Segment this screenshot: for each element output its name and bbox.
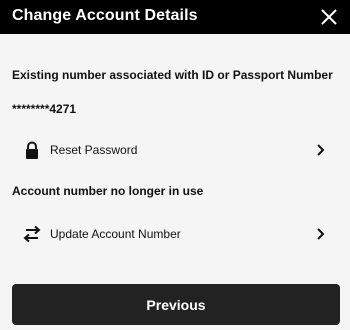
chevron-right-icon bbox=[316, 227, 326, 241]
previous-button[interactable]: Previous bbox=[12, 284, 340, 325]
update-account-number-row[interactable]: Update Account Number bbox=[12, 219, 338, 249]
update-account-number-label: Update Account Number bbox=[50, 227, 181, 241]
lock-icon bbox=[22, 141, 42, 159]
close-icon[interactable] bbox=[318, 6, 340, 28]
masked-number-value: ********4271 bbox=[12, 102, 77, 116]
header-bar: Change Account Details bbox=[0, 0, 350, 34]
swap-arrows-icon bbox=[22, 225, 42, 243]
account-number-label: Account number no longer in use bbox=[12, 184, 204, 198]
chevron-right-icon bbox=[316, 143, 326, 157]
reset-password-label: Reset Password bbox=[50, 143, 138, 157]
existing-number-label: Existing number associated with ID or Pa… bbox=[12, 68, 333, 82]
reset-password-row[interactable]: Reset Password bbox=[12, 135, 338, 165]
page-title: Change Account Details bbox=[12, 7, 198, 24]
